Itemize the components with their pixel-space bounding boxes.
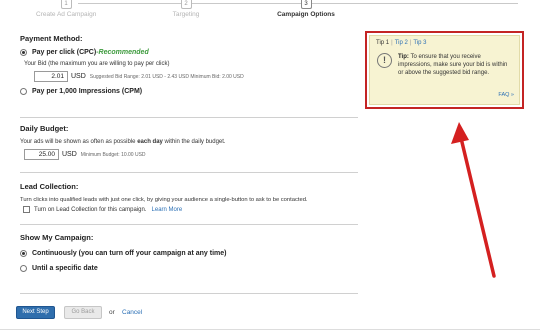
arrow-shaft xyxy=(459,136,496,278)
step-create-ad-campaign: 1 Create Ad Campaign xyxy=(36,0,96,18)
budget-input[interactable]: 25.00 xyxy=(24,149,59,160)
step-label: Campaign Options xyxy=(277,11,335,18)
divider xyxy=(20,172,358,173)
radio-label: Until a specific date xyxy=(32,265,98,272)
tab-tip-1[interactable]: Tip 1 xyxy=(376,40,389,46)
step-campaign-options: 3 Campaign Options xyxy=(274,0,338,18)
progress-stepper: 1 Create Ad Campaign 2 Targeting 3 Campa… xyxy=(0,0,540,22)
bid-unit: USD xyxy=(71,73,86,80)
budget-row: 25.00 USD Minimum Budget: 10.00 USD xyxy=(24,149,358,160)
budget-hint-pre: Your ads will be shown as often as possi… xyxy=(20,139,138,145)
radio-cpc[interactable]: Pay per click (CPC) - Recommended xyxy=(20,49,358,56)
footer-divider xyxy=(0,329,540,330)
lead-description: Turn clicks into qualified leads with ju… xyxy=(20,197,308,203)
lead-checkbox-row[interactable]: Turn on Lead Collection for this campaig… xyxy=(23,206,365,213)
red-arrow-icon xyxy=(451,122,496,278)
go-back-button[interactable]: Go Back xyxy=(64,306,102,319)
next-step-button[interactable]: Next Step xyxy=(16,306,55,319)
arrow-head xyxy=(451,122,469,144)
section-title: Lead Collection: xyxy=(20,182,79,191)
budget-hint-post: within the daily budget. xyxy=(162,139,226,145)
show-campaign-section: Show My Campaign: Continuously (you can … xyxy=(20,233,358,272)
budget-unit: USD xyxy=(62,151,77,158)
radio-button-selected[interactable] xyxy=(20,49,27,56)
section-title: Show My Campaign: xyxy=(20,233,94,242)
bid-input[interactable]: 2.01 xyxy=(34,71,68,82)
faq-link[interactable]: FAQ » xyxy=(498,92,514,98)
section-title: Daily Budget: xyxy=(20,124,69,133)
radio-until-date[interactable]: Until a specific date xyxy=(20,265,358,272)
step-number: 3 xyxy=(300,0,312,9)
radio-label: Pay per click (CPC) xyxy=(32,49,97,56)
radio-continuous[interactable]: Continuously (you can turn off your camp… xyxy=(20,250,358,257)
section-title: Payment Method: xyxy=(20,34,83,43)
tips-panel: Tip 1 | Tip 2 | Tip 3 ! Tip: To ensure that … xyxy=(369,35,520,105)
learn-more-link[interactable]: Learn More xyxy=(152,207,183,213)
tip-text: Tip: To ensure that you receive impressi… xyxy=(398,53,513,78)
radio-button[interactable] xyxy=(20,265,27,272)
budget-note: Minimum Budget: 10.00 USD xyxy=(80,151,146,158)
daily-budget-section: Daily Budget: Your ads will be shown as … xyxy=(20,124,358,160)
tip-label: Tip: xyxy=(398,54,409,60)
recommended-label: Recommended xyxy=(98,49,149,56)
bid-note: Suggested Bid Range: 2.01 USD - 2.43 USD… xyxy=(89,73,244,80)
checkbox-label: Turn on Lead Collection for this campaig… xyxy=(34,206,147,213)
cancel-link[interactable]: Cancel xyxy=(122,309,142,316)
divider xyxy=(20,293,358,294)
tab-separator: | xyxy=(391,40,393,46)
tab-tip-2[interactable]: Tip 2 xyxy=(395,40,408,46)
radio-label: Continuously (you can turn off your camp… xyxy=(32,250,227,257)
budget-hint: Your ads will be shown as often as possi… xyxy=(20,139,358,145)
lead-checkbox[interactable] xyxy=(23,206,30,213)
payment-method-section: Payment Method: Pay per click (CPC) - Re… xyxy=(20,34,358,95)
radio-cpm[interactable]: Pay per 1,000 Impressions (CPM) xyxy=(20,88,358,95)
step-number: 1 xyxy=(60,0,72,9)
radio-button[interactable] xyxy=(20,88,27,95)
bid-row: 2.01 USD Suggested Bid Range: 2.01 USD -… xyxy=(34,71,358,82)
step-targeting: 2 Targeting xyxy=(166,0,206,18)
or-text: or xyxy=(109,309,115,316)
tip-body: To ensure that you receive impressions, … xyxy=(398,54,508,77)
step-number: 2 xyxy=(180,0,192,9)
divider xyxy=(20,224,358,225)
tips-tabs: Tip 1 | Tip 2 | Tip 3 xyxy=(376,40,427,46)
tab-separator: | xyxy=(409,40,412,46)
bid-hint: Your Bid (the maximum you are willing to… xyxy=(24,61,170,67)
divider xyxy=(20,117,358,118)
radio-button-selected[interactable] xyxy=(20,250,27,257)
lead-collection-section: Lead Collection: Turn clicks into qualif… xyxy=(20,182,365,213)
tab-tip-3[interactable]: Tip 3 xyxy=(413,40,426,46)
budget-hint-bold: each day xyxy=(137,139,163,145)
exclamation-circle-icon: ! xyxy=(377,53,392,68)
tips-highlight-box: Tip 1 | Tip 2 | Tip 3 ! Tip: To ensure that … xyxy=(365,31,524,109)
step-label: Targeting xyxy=(172,11,200,18)
radio-label: Pay per 1,000 Impressions (CPM) xyxy=(32,88,143,95)
step-label: Create Ad Campaign xyxy=(36,11,97,18)
